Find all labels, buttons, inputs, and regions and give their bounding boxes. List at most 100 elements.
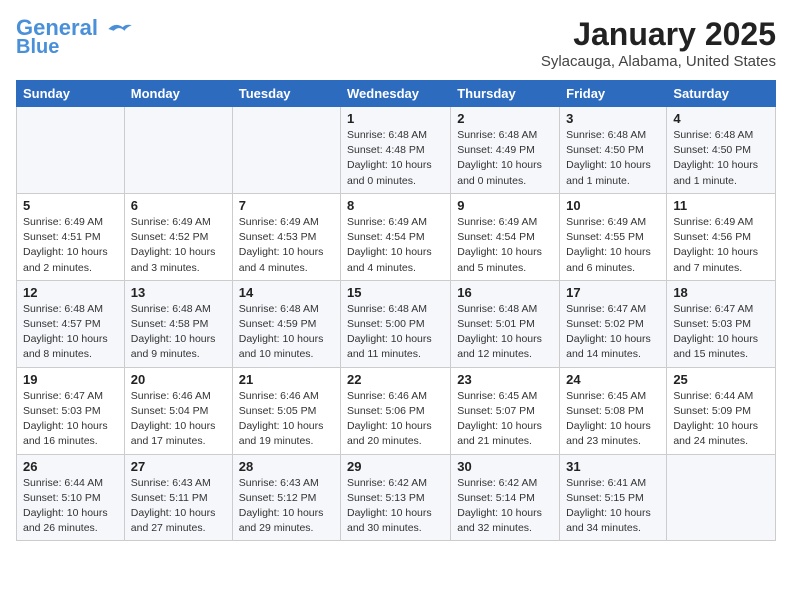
calendar-cell: 20 Sunrise: 6:46 AM Sunset: 5:04 PM Dayli… [124, 367, 232, 454]
day-number: 18 [673, 285, 769, 300]
day-detail: Sunrise: 6:48 AM Sunset: 4:59 PM Dayligh… [239, 302, 334, 363]
day-detail: Sunrise: 6:46 AM Sunset: 5:05 PM Dayligh… [239, 389, 334, 450]
day-detail: Sunrise: 6:46 AM Sunset: 5:04 PM Dayligh… [131, 389, 226, 450]
calendar-cell: 22 Sunrise: 6:46 AM Sunset: 5:06 PM Dayli… [341, 367, 451, 454]
week-row-1: 1Sunrise: 6:48 AM Sunset: 4:48 PM Daylig… [17, 107, 776, 194]
calendar-cell: 23 Sunrise: 6:45 AM Sunset: 5:07 PM Dayli… [451, 367, 560, 454]
day-number: 28 [239, 459, 334, 474]
day-detail: Sunrise: 6:49 AM Sunset: 4:56 PM Dayligh… [673, 215, 769, 276]
day-detail: Sunrise: 6:45 AM Sunset: 5:08 PM Dayligh… [566, 389, 660, 450]
weekday-header-friday: Friday [560, 81, 667, 107]
calendar-cell: 27 Sunrise: 6:43 AM Sunset: 5:11 PM Dayli… [124, 454, 232, 541]
logo: General Blue [16, 16, 134, 58]
day-number: 7 [239, 198, 334, 213]
day-number: 8 [347, 198, 444, 213]
day-detail: Sunrise: 6:43 AM Sunset: 5:11 PM Dayligh… [131, 476, 226, 537]
calendar-cell: 3 Sunrise: 6:48 AM Sunset: 4:50 PM Daylig… [560, 107, 667, 194]
day-detail: Sunrise: 6:48 AM Sunset: 4:50 PM Dayligh… [673, 128, 769, 189]
day-detail: Sunrise: 6:41 AM Sunset: 5:15 PM Dayligh… [566, 476, 660, 537]
weekday-header-saturday: Saturday [667, 81, 776, 107]
week-row-5: 26 Sunrise: 6:44 AM Sunset: 5:10 PM Dayli… [17, 454, 776, 541]
day-number: 10 [566, 198, 660, 213]
day-detail: Sunrise: 6:43 AM Sunset: 5:12 PM Dayligh… [239, 476, 334, 537]
page-header: General Blue January 2025 Sylacauga, Ala… [16, 16, 776, 70]
calendar-cell: 8 Sunrise: 6:49 AM Sunset: 4:54 PM Daylig… [341, 193, 451, 280]
week-row-4: 19 Sunrise: 6:47 AM Sunset: 5:03 PM Dayli… [17, 367, 776, 454]
day-detail: Sunrise: 6:49 AM Sunset: 4:54 PM Dayligh… [347, 215, 444, 276]
calendar-cell [124, 107, 232, 194]
day-number: 23 [457, 372, 553, 387]
calendar-cell: 21 Sunrise: 6:46 AM Sunset: 5:05 PM Dayli… [232, 367, 340, 454]
day-detail: Sunrise: 6:48 AM Sunset: 5:01 PM Dayligh… [457, 302, 553, 363]
day-number: 11 [673, 198, 769, 213]
day-number: 29 [347, 459, 444, 474]
calendar-cell: 30Sunrise: 6:42 AM Sunset: 5:14 PM Dayli… [451, 454, 560, 541]
location-subtitle: Sylacauga, Alabama, United States [541, 53, 776, 70]
day-number: 21 [239, 372, 334, 387]
weekday-header-tuesday: Tuesday [232, 81, 340, 107]
day-number: 25 [673, 372, 769, 387]
day-number: 19 [23, 372, 118, 387]
week-row-2: 5 Sunrise: 6:49 AM Sunset: 4:51 PM Daylig… [17, 193, 776, 280]
day-number: 9 [457, 198, 553, 213]
day-number: 22 [347, 372, 444, 387]
day-number: 16 [457, 285, 553, 300]
calendar-cell: 19 Sunrise: 6:47 AM Sunset: 5:03 PM Dayli… [17, 367, 125, 454]
weekday-header-sunday: Sunday [17, 81, 125, 107]
day-detail: Sunrise: 6:44 AM Sunset: 5:09 PM Dayligh… [673, 389, 769, 450]
day-detail: Sunrise: 6:49 AM Sunset: 4:54 PM Dayligh… [457, 215, 553, 276]
day-detail: Sunrise: 6:46 AM Sunset: 5:06 PM Dayligh… [347, 389, 444, 450]
calendar-cell [17, 107, 125, 194]
day-number: 20 [131, 372, 226, 387]
day-detail: Sunrise: 6:44 AM Sunset: 5:10 PM Dayligh… [23, 476, 118, 537]
day-detail: Sunrise: 6:45 AM Sunset: 5:07 PM Dayligh… [457, 389, 553, 450]
calendar-cell [232, 107, 340, 194]
calendar-cell [667, 454, 776, 541]
day-number: 31 [566, 459, 660, 474]
day-detail: Sunrise: 6:48 AM Sunset: 4:49 PM Dayligh… [457, 128, 553, 189]
day-number: 4 [673, 111, 769, 126]
calendar-cell: 25 Sunrise: 6:44 AM Sunset: 5:09 PM Dayli… [667, 367, 776, 454]
day-detail: Sunrise: 6:49 AM Sunset: 4:55 PM Dayligh… [566, 215, 660, 276]
calendar-cell: 24 Sunrise: 6:45 AM Sunset: 5:08 PM Dayli… [560, 367, 667, 454]
title-block: January 2025 Sylacauga, Alabama, United … [541, 16, 776, 70]
day-detail: Sunrise: 6:47 AM Sunset: 5:03 PM Dayligh… [23, 389, 118, 450]
day-number: 14 [239, 285, 334, 300]
day-detail: Sunrise: 6:47 AM Sunset: 5:02 PM Dayligh… [566, 302, 660, 363]
day-detail: Sunrise: 6:47 AM Sunset: 5:03 PM Dayligh… [673, 302, 769, 363]
calendar-table: SundayMondayTuesdayWednesdayThursdayFrid… [16, 80, 776, 541]
weekday-header-monday: Monday [124, 81, 232, 107]
calendar-cell: 28 Sunrise: 6:43 AM Sunset: 5:12 PM Dayli… [232, 454, 340, 541]
logo-blue: Blue [16, 36, 59, 58]
day-detail: Sunrise: 6:49 AM Sunset: 4:51 PM Dayligh… [23, 215, 118, 276]
calendar-cell: 1Sunrise: 6:48 AM Sunset: 4:48 PM Daylig… [341, 107, 451, 194]
day-number: 13 [131, 285, 226, 300]
calendar-cell: 16 Sunrise: 6:48 AM Sunset: 5:01 PM Dayli… [451, 280, 560, 367]
day-number: 2 [457, 111, 553, 126]
day-detail: Sunrise: 6:48 AM Sunset: 4:57 PM Dayligh… [23, 302, 118, 363]
calendar-cell: 5 Sunrise: 6:49 AM Sunset: 4:51 PM Daylig… [17, 193, 125, 280]
calendar-cell: 15Sunrise: 6:48 AM Sunset: 5:00 PM Dayli… [341, 280, 451, 367]
day-number: 3 [566, 111, 660, 126]
day-number: 27 [131, 459, 226, 474]
calendar-cell: 10 Sunrise: 6:49 AM Sunset: 4:55 PM Dayli… [560, 193, 667, 280]
day-number: 17 [566, 285, 660, 300]
calendar-cell: 31 Sunrise: 6:41 AM Sunset: 5:15 PM Dayli… [560, 454, 667, 541]
day-detail: Sunrise: 6:48 AM Sunset: 4:58 PM Dayligh… [131, 302, 226, 363]
day-number: 26 [23, 459, 118, 474]
calendar-cell: 13 Sunrise: 6:48 AM Sunset: 4:58 PM Dayli… [124, 280, 232, 367]
day-detail: Sunrise: 6:42 AM Sunset: 5:13 PM Dayligh… [347, 476, 444, 537]
day-detail: Sunrise: 6:48 AM Sunset: 5:00 PM Dayligh… [347, 302, 444, 363]
calendar-cell: 17 Sunrise: 6:47 AM Sunset: 5:02 PM Dayli… [560, 280, 667, 367]
day-detail: Sunrise: 6:48 AM Sunset: 4:48 PM Dayligh… [347, 128, 444, 189]
logo-bird-icon [106, 20, 134, 38]
day-number: 5 [23, 198, 118, 213]
calendar-cell: 12Sunrise: 6:48 AM Sunset: 4:57 PM Dayli… [17, 280, 125, 367]
month-title: January 2025 [541, 16, 776, 53]
day-detail: Sunrise: 6:49 AM Sunset: 4:52 PM Dayligh… [131, 215, 226, 276]
calendar-cell: 11 Sunrise: 6:49 AM Sunset: 4:56 PM Dayli… [667, 193, 776, 280]
day-detail: Sunrise: 6:48 AM Sunset: 4:50 PM Dayligh… [566, 128, 660, 189]
calendar-cell: 18 Sunrise: 6:47 AM Sunset: 5:03 PM Dayli… [667, 280, 776, 367]
day-number: 24 [566, 372, 660, 387]
day-number: 6 [131, 198, 226, 213]
